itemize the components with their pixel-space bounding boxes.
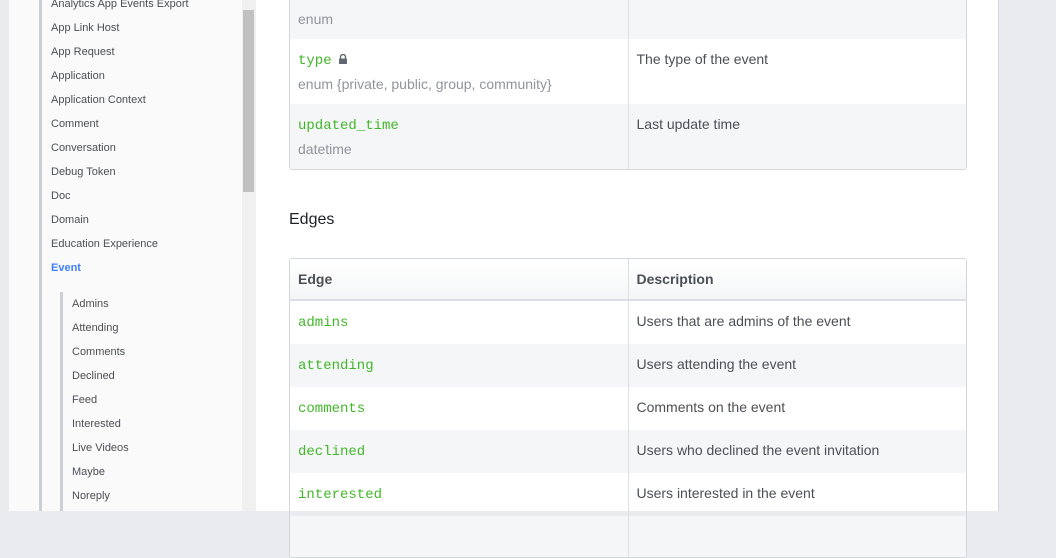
edge-name[interactable]: interested [298, 487, 382, 503]
table-header-row: Edge Description [290, 259, 966, 301]
field-description: The type of the event [636, 51, 769, 67]
subnav-item-feed[interactable]: Feed [72, 388, 129, 412]
field-type: enum [298, 11, 334, 27]
subnav-item-admins[interactable]: Admins [72, 292, 129, 316]
edge-name[interactable]: comments [298, 401, 365, 417]
sidebar-item-debug-token[interactable]: Debug Token [51, 160, 189, 184]
field-description: Last update time [636, 116, 741, 132]
table-row: enum [290, 0, 966, 39]
sidebar-scrollbar-thumb[interactable] [243, 10, 254, 192]
table-row: comments Comments on the event [290, 387, 966, 430]
sidebar-item-event[interactable]: Event [51, 256, 189, 280]
edge-description: Users interested in the event [636, 485, 815, 501]
table-row: updated_time datetime Last update time [290, 104, 966, 169]
sidebar-item-application[interactable]: Application [51, 64, 189, 88]
subnav-item-maybe[interactable]: Maybe [72, 460, 129, 484]
field-name[interactable]: type [298, 53, 332, 69]
fields-table: enum type enum {private, public, group, … [289, 0, 967, 170]
content-border [998, 0, 999, 511]
subnav-item-declined[interactable]: Declined [72, 364, 129, 388]
edge-description: Users who declined the event invitation [636, 442, 880, 458]
edge-description: Users attending the event [636, 356, 797, 372]
edge-name[interactable]: declined [298, 444, 365, 460]
sidebar-list: Analytics App Events Export App Link Hos… [51, 0, 189, 280]
subnav-item-attending[interactable]: Attending [72, 316, 129, 340]
page-background [0, 0, 9, 511]
sidebar-rail [39, 0, 42, 511]
table-row: admins Users that are admins of the even… [290, 300, 966, 344]
sidebar-item-comment[interactable]: Comment [51, 112, 189, 136]
table-row: interested Users interested in the event [290, 473, 966, 516]
edge-name[interactable]: admins [298, 315, 348, 331]
column-header-description: Description [628, 259, 966, 301]
edge-name[interactable]: attending [298, 358, 374, 374]
edge-description: Comments on the event [636, 399, 786, 415]
sidebar-item-analytics-app-events-export[interactable]: Analytics App Events Export [51, 0, 189, 16]
edge-description: Users that are admins of the event [636, 313, 851, 329]
table-row: declined Users who declined the event in… [290, 430, 966, 473]
table-row: attending Users attending the event [290, 344, 966, 387]
sidebar-item-education-experience[interactable]: Education Experience [51, 232, 189, 256]
subnav-item-interested[interactable]: Interested [72, 412, 129, 436]
column-header-edge: Edge [290, 259, 629, 301]
field-type: enum {private, public, group, community} [298, 76, 552, 92]
field-name[interactable]: updated_time [298, 118, 399, 134]
table-row [290, 516, 966, 557]
main-content: enum type enum {private, public, group, … [256, 0, 998, 558]
sidebar-item-domain[interactable]: Domain [51, 208, 189, 232]
subnav-item-comments[interactable]: Comments [72, 340, 129, 364]
sidebar-item-app-link-host[interactable]: App Link Host [51, 16, 189, 40]
edges-table: Edge Description admins Users that are a… [289, 258, 967, 558]
field-type: datetime [298, 141, 352, 157]
sidebar-item-application-context[interactable]: Application Context [51, 88, 189, 112]
sidebar-item-conversation[interactable]: Conversation [51, 136, 189, 160]
sidebar-item-doc[interactable]: Doc [51, 184, 189, 208]
sidebar-nav: Analytics App Events Export App Link Hos… [9, 0, 242, 511]
lock-icon [338, 54, 347, 64]
sidebar-subnav-event: Admins Attending Comments Declined Feed … [60, 292, 129, 511]
subnav-item-live-videos[interactable]: Live Videos [72, 436, 129, 460]
subnav-item-noreply[interactable]: Noreply [72, 484, 129, 508]
edges-heading: Edges [289, 211, 335, 228]
sidebar-item-app-request[interactable]: App Request [51, 40, 189, 64]
table-row: type enum {private, public, group, commu… [290, 39, 966, 104]
